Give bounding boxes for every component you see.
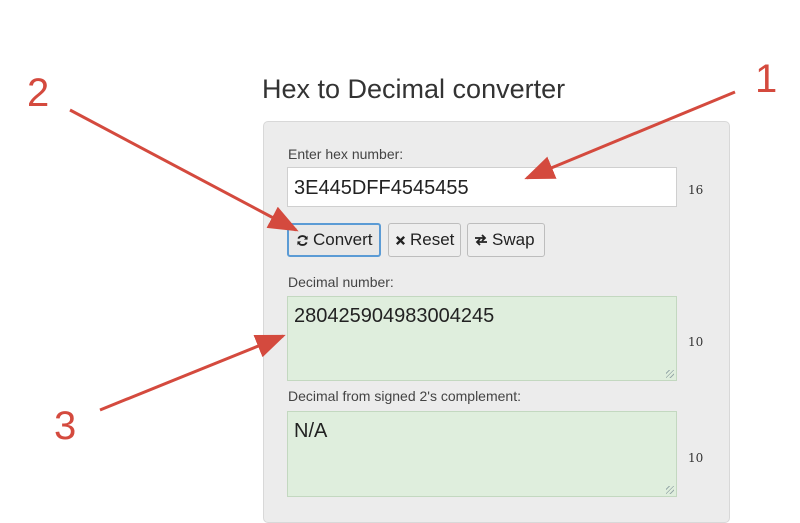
arrow-2 — [69, 108, 299, 232]
arrow-3 — [99, 334, 286, 412]
annotation-arrows — [69, 90, 736, 412]
arrow-1 — [524, 90, 736, 180]
annotation-3: 3 — [54, 404, 77, 448]
annotation-1: 1 — [755, 57, 778, 101]
annotation-2: 2 — [27, 71, 50, 115]
